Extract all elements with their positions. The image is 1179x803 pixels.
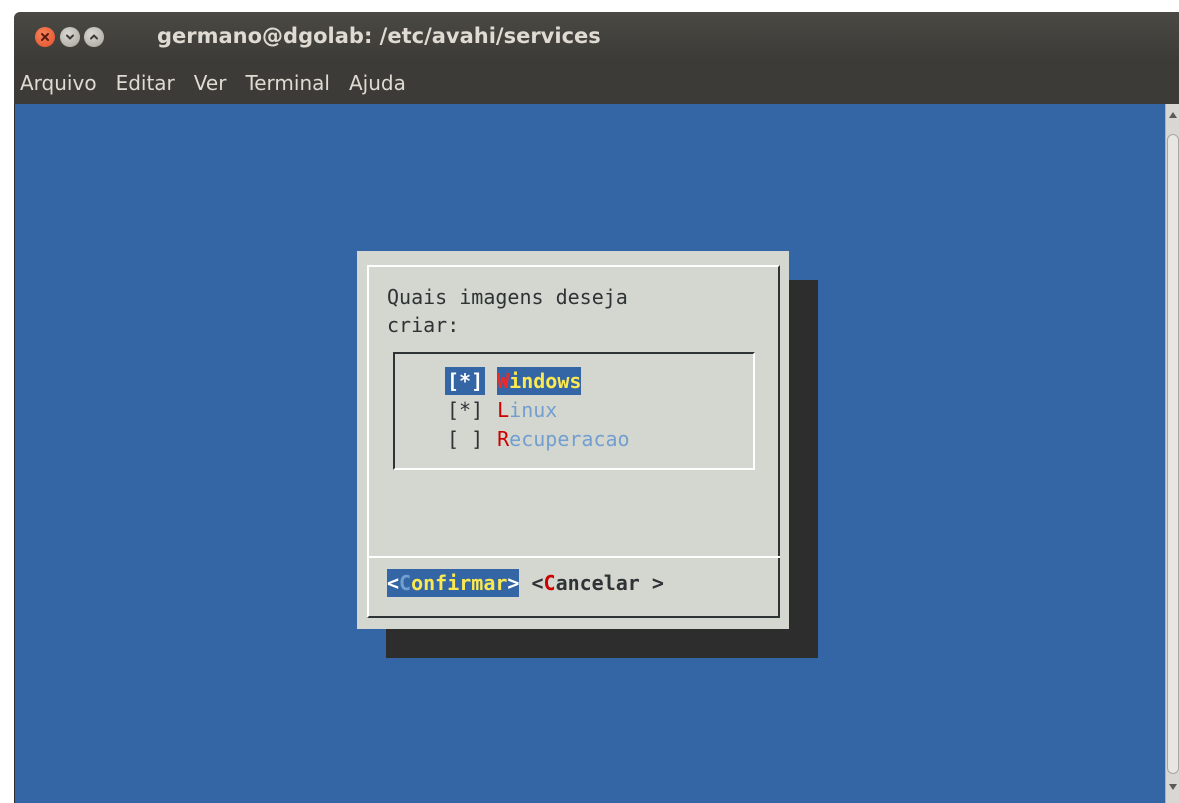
bracket-close: > xyxy=(507,569,520,597)
button-label: ancelar xyxy=(555,571,640,595)
menu-ajuda[interactable]: Ajuda xyxy=(343,71,419,95)
item-label: ecuperacao xyxy=(509,427,630,451)
window-titlebar: germano@dgolab: /etc/avahi/services xyxy=(14,12,1179,61)
hotkey-letter: W xyxy=(497,369,510,393)
close-icon xyxy=(41,33,49,41)
menu-ver[interactable]: Ver xyxy=(188,71,240,95)
checkbox[interactable]: [*] xyxy=(445,367,486,395)
checklist-box: [*] Windows [*] Linux [ ] Recuperacao xyxy=(393,352,755,470)
button-label: onfirmar xyxy=(411,569,508,597)
prompt-line-1: Quais imagens deseja xyxy=(387,285,628,309)
item-label: indows xyxy=(509,369,582,393)
hotkey-letter: C xyxy=(543,571,556,595)
confirm-button[interactable]: < Confirmar > xyxy=(387,569,520,597)
menu-terminal[interactable]: Terminal xyxy=(239,71,343,95)
checkbox[interactable]: [*] xyxy=(445,396,485,424)
chevron-up-icon xyxy=(90,34,98,40)
prompt-line-2: criar: xyxy=(387,313,460,337)
bracket-open: < xyxy=(387,569,400,597)
minimize-window-button[interactable] xyxy=(60,27,80,47)
hotkey-letter: R xyxy=(497,427,510,451)
bracket-close: > xyxy=(639,571,664,595)
scroll-down-icon[interactable] xyxy=(1169,784,1177,790)
checklist-item-recuperacao[interactable]: [ ] Recuperacao xyxy=(445,425,630,453)
menu-bar: Arquivo Editar Ver Terminal Ajuda xyxy=(14,61,1179,104)
menu-editar[interactable]: Editar xyxy=(110,71,188,95)
checkbox[interactable]: [ ] xyxy=(445,425,485,453)
bracket-open: < xyxy=(531,571,544,595)
terminal-scrollbar[interactable] xyxy=(1165,104,1179,803)
menu-arquivo[interactable]: Arquivo xyxy=(14,71,110,95)
chevron-down-icon xyxy=(66,34,74,40)
checklist-dialog: Quais imagens deseja criar: [*] Windows … xyxy=(357,251,789,629)
dialog-separator xyxy=(367,556,780,558)
window-title: germano@dgolab: /etc/avahi/services xyxy=(157,24,601,48)
item-label: inux xyxy=(509,398,558,422)
hotkey-letter: L xyxy=(497,398,510,422)
close-window-button[interactable] xyxy=(35,27,55,47)
dialog-buttons: < Confirmar > < Cancelar > xyxy=(387,569,664,597)
checklist-item-windows[interactable]: [*] Windows xyxy=(445,367,582,395)
cancel-button[interactable]: < Cancelar > xyxy=(531,569,663,597)
hotkey-letter: C xyxy=(399,569,412,597)
dialog-prompt: Quais imagens deseja criar: xyxy=(387,283,628,339)
checklist-item-linux[interactable]: [*] Linux xyxy=(445,396,557,424)
scrollbar-thumb[interactable] xyxy=(1167,134,1179,774)
maximize-window-button[interactable] xyxy=(84,27,104,47)
scroll-up-icon[interactable] xyxy=(1169,112,1177,118)
